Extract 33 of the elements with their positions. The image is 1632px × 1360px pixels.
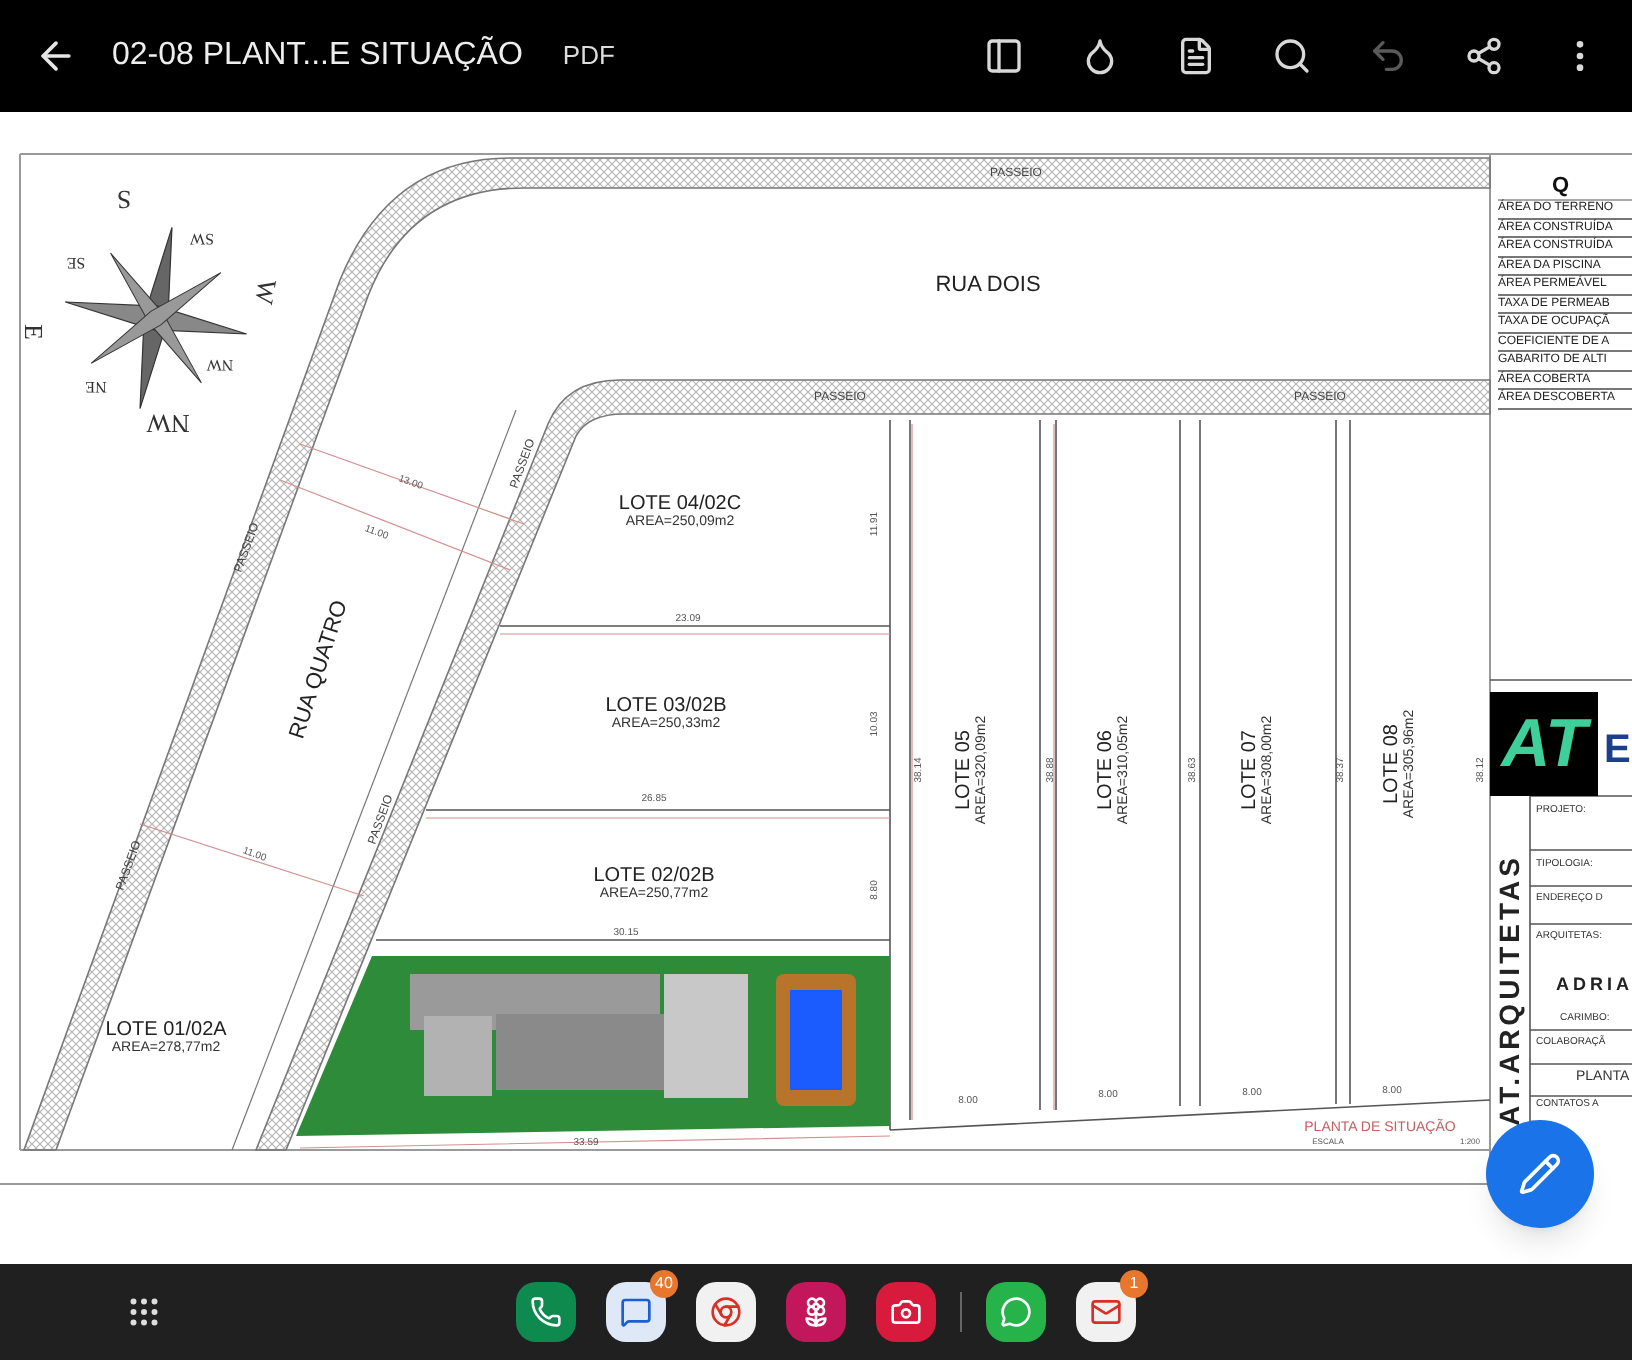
brand-text: E	[1604, 726, 1631, 776]
lot-name: LOTE 04/02C	[618, 493, 742, 515]
lot-name: LOTE 03/02B	[605, 695, 727, 717]
flower-app-icon[interactable]	[786, 1282, 846, 1342]
phone-app-icon[interactable]	[516, 1282, 576, 1342]
compass-label: E	[21, 324, 47, 340]
camera-app-icon[interactable]	[876, 1282, 936, 1342]
compass-label: SW	[190, 230, 214, 246]
compass-label: NW	[146, 411, 190, 437]
logo: AT	[1490, 692, 1598, 796]
compass-label: NW	[206, 356, 234, 372]
chat-phone-app-icon[interactable]	[986, 1282, 1046, 1342]
architect-name: ADRIA	[1556, 972, 1632, 998]
compass-label: S	[116, 187, 132, 213]
compass-label: SE	[66, 254, 86, 270]
notification-badge: 1	[1120, 1270, 1148, 1298]
compass-label: NE	[85, 378, 107, 394]
table-title: Q	[1552, 172, 1570, 201]
lot-name: LOTE 07	[1239, 730, 1261, 811]
compass-rose-icon	[60, 222, 252, 414]
browser-app-icon[interactable]	[696, 1282, 756, 1342]
document-title: 02-08 PLANT...E SITUAÇÃO	[112, 34, 523, 76]
street-name: RUA DOIS	[935, 275, 1041, 297]
lot-name: LOTE 05	[953, 730, 975, 811]
notification-badge: 40	[650, 1270, 678, 1298]
firm-name: AT.ARQUITETAS	[1492, 852, 1527, 1130]
lot-name: LOTE 02/02B	[593, 865, 715, 887]
lot-name: LOTE 08	[1381, 724, 1403, 805]
lot-name: LOTE 06	[1095, 730, 1117, 811]
file-type-label: PDF	[562, 38, 615, 75]
pencil-icon	[1518, 1152, 1562, 1196]
lot-name: LOTE 01/02A	[105, 1019, 227, 1041]
compass-label: W	[251, 277, 281, 307]
